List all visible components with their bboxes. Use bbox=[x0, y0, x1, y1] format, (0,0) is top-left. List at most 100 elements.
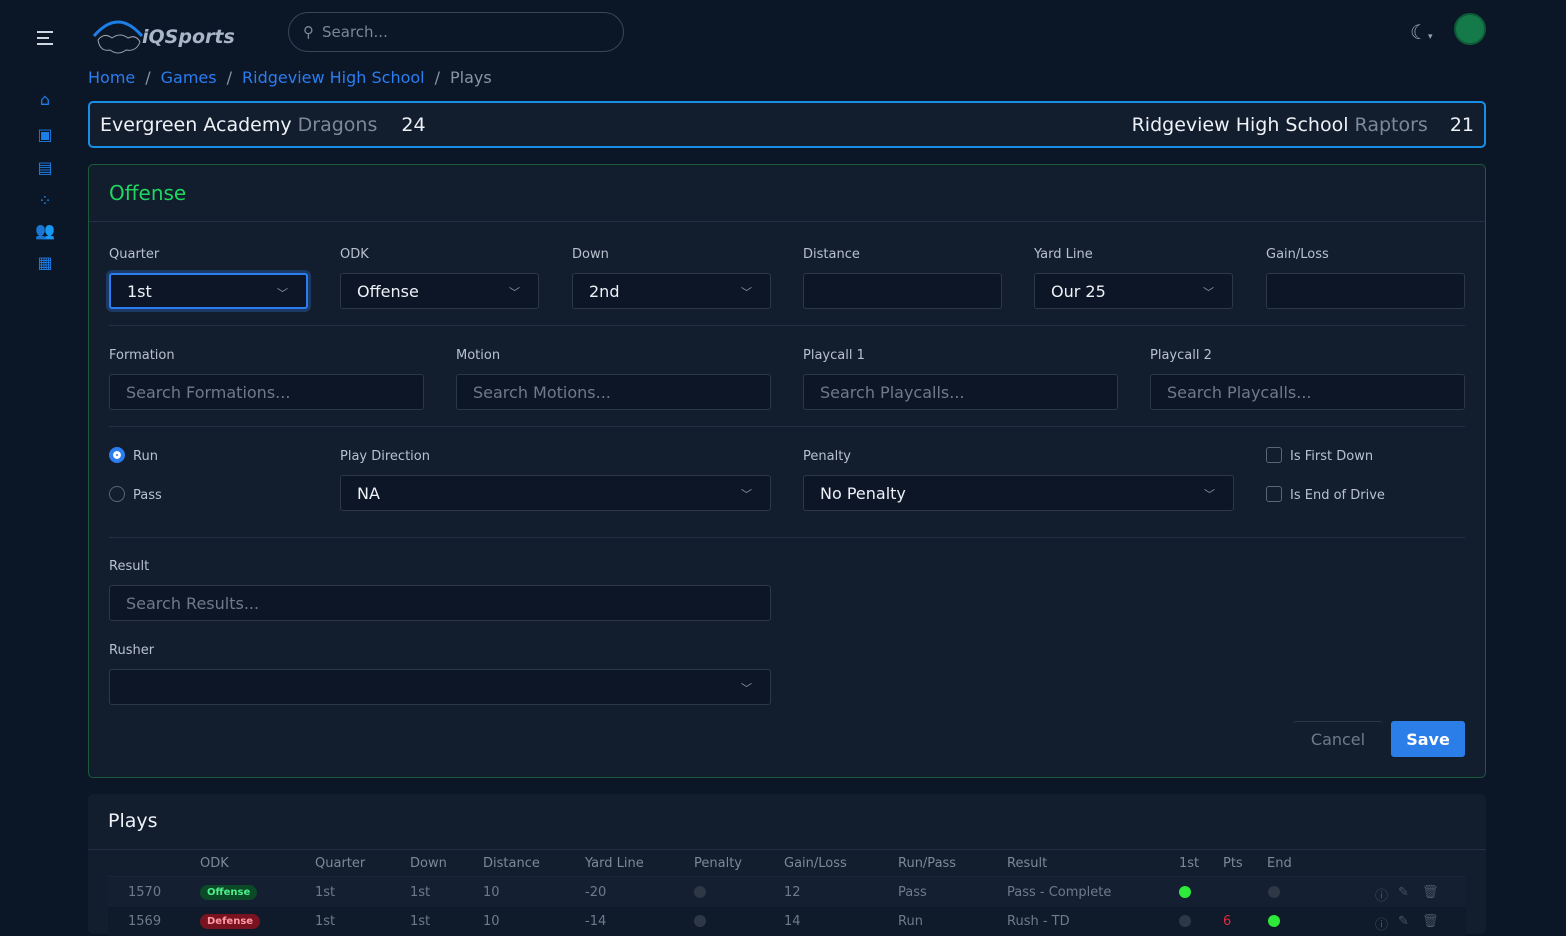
home-score: 24 bbox=[401, 113, 426, 136]
penalty-indicator bbox=[694, 915, 706, 927]
col-first[interactable]: 1st bbox=[1179, 856, 1199, 871]
home-icon[interactable]: ⌂ bbox=[36, 90, 54, 109]
odk-badge: Offense bbox=[200, 885, 258, 900]
col-gain-loss[interactable]: Gain/Loss bbox=[784, 856, 847, 871]
first-down-indicator bbox=[1179, 886, 1191, 898]
plays-title: Plays bbox=[108, 810, 158, 832]
users-icon[interactable]: 👥 bbox=[35, 221, 55, 240]
yard-line-label: Yard Line bbox=[1034, 247, 1093, 262]
search-icon: ⚲ bbox=[303, 23, 314, 41]
penalty-indicator bbox=[694, 886, 706, 898]
col-down[interactable]: Down bbox=[410, 856, 447, 871]
odk-badge: Defense bbox=[200, 914, 261, 929]
col-run-pass[interactable]: Run/Pass bbox=[898, 856, 956, 871]
gain-loss-label: Gain/Loss bbox=[1266, 247, 1329, 262]
save-button[interactable]: Save bbox=[1391, 721, 1465, 757]
motion-input[interactable]: Search Motions... bbox=[456, 374, 771, 410]
info-icon[interactable]: ⓘ bbox=[1375, 914, 1388, 933]
col-odk[interactable]: ODK bbox=[200, 856, 229, 871]
first-down-indicator bbox=[1179, 915, 1191, 927]
formation-label: Formation bbox=[109, 348, 175, 363]
calendar-icon[interactable]: ▦ bbox=[36, 253, 54, 272]
result-input[interactable]: Search Results... bbox=[109, 585, 771, 621]
scoreboard: Evergreen Academy Dragons 24 Ridgeview Hi… bbox=[88, 101, 1486, 148]
rusher-label: Rusher bbox=[109, 643, 155, 658]
field-icon[interactable]: ▤ bbox=[36, 158, 54, 177]
chevron-down-icon: ﹀ bbox=[277, 287, 288, 300]
edit-icon[interactable]: ✎ bbox=[1398, 914, 1409, 929]
result-label: Result bbox=[109, 559, 150, 574]
breadcrumb-home[interactable]: Home bbox=[88, 68, 135, 87]
moon-icon: ☾ bbox=[1410, 20, 1428, 44]
col-penalty[interactable]: Penalty bbox=[694, 856, 742, 871]
quarter-label: Quarter bbox=[109, 247, 160, 262]
home-mascot: Dragons bbox=[297, 113, 378, 136]
play-direction-select[interactable]: NA ﹀ bbox=[340, 475, 771, 511]
away-score: 21 bbox=[1449, 113, 1474, 136]
col-yard-line[interactable]: Yard Line bbox=[585, 856, 644, 871]
formation-input[interactable]: Search Formations... bbox=[109, 374, 424, 410]
odk-select[interactable]: Offense ﹀ bbox=[340, 273, 539, 309]
brain-logo-icon bbox=[92, 20, 144, 54]
col-distance[interactable]: Distance bbox=[483, 856, 540, 871]
table-row[interactable]: 1570 Offense 1st 1st 10 -20 12 Pass Pass… bbox=[108, 878, 1466, 907]
col-result[interactable]: Result bbox=[1007, 856, 1047, 871]
playcall1-input[interactable]: Search Playcalls... bbox=[803, 374, 1118, 410]
down-label: Down bbox=[572, 247, 609, 262]
end-of-drive-label: Is End of Drive bbox=[1290, 488, 1385, 503]
chevron-down-icon: ﹀ bbox=[509, 286, 520, 299]
breadcrumb-school[interactable]: Ridgeview High School bbox=[242, 68, 425, 87]
rusher-select[interactable]: ﹀ bbox=[109, 669, 771, 705]
breadcrumb-current: Plays bbox=[450, 68, 492, 87]
play-form: Offense Quarter 1st ﹀ ODK Offense ﹀ Down 2… bbox=[88, 164, 1486, 778]
gain-loss-input[interactable] bbox=[1266, 273, 1465, 309]
search-input[interactable]: ⚲ Search... bbox=[288, 12, 624, 52]
cancel-button[interactable]: Cancel bbox=[1293, 721, 1383, 757]
penalty-label: Penalty bbox=[803, 449, 851, 464]
playbook-icon[interactable]: ⁘ bbox=[36, 191, 54, 210]
menu-toggle-icon[interactable] bbox=[37, 31, 53, 45]
table-row[interactable]: 1569 Defense 1st 1st 10 -14 14 Run Rush … bbox=[108, 907, 1466, 936]
plays-table: Plays ODK Quarter Down Distance Yard Lin… bbox=[88, 794, 1486, 936]
delete-icon[interactable]: 🗑 bbox=[1422, 914, 1439, 929]
motion-label: Motion bbox=[456, 348, 501, 363]
pass-radio[interactable] bbox=[109, 486, 125, 502]
calendar-day-icon[interactable]: ▣ bbox=[36, 125, 54, 144]
breadcrumb-games[interactable]: Games bbox=[161, 68, 217, 87]
odk-label: ODK bbox=[340, 247, 369, 262]
run-label: Run bbox=[133, 449, 158, 464]
away-school: Ridgeview High School bbox=[1131, 113, 1349, 136]
home-school: Evergreen Academy bbox=[100, 113, 292, 136]
col-quarter[interactable]: Quarter bbox=[315, 856, 365, 871]
delete-icon[interactable]: 🗑 bbox=[1422, 885, 1439, 900]
distance-input[interactable] bbox=[803, 273, 1002, 309]
chevron-down-icon: ﹀ bbox=[741, 682, 752, 695]
playcall2-label: Playcall 2 bbox=[1150, 348, 1212, 363]
caret-down-icon: ▾ bbox=[1427, 32, 1433, 42]
down-select[interactable]: 2nd ﹀ bbox=[572, 273, 771, 309]
edit-icon[interactable]: ✎ bbox=[1398, 885, 1409, 900]
end-of-drive-checkbox[interactable] bbox=[1266, 486, 1282, 502]
chevron-down-icon: ﹀ bbox=[741, 488, 752, 501]
col-pts[interactable]: Pts bbox=[1223, 856, 1243, 871]
pass-label: Pass bbox=[133, 488, 162, 503]
col-end[interactable]: End bbox=[1267, 856, 1292, 871]
quarter-select[interactable]: 1st ﹀ bbox=[109, 273, 308, 309]
playcall2-input[interactable]: Search Playcalls... bbox=[1150, 374, 1465, 410]
end-indicator bbox=[1268, 886, 1280, 898]
first-down-label: Is First Down bbox=[1290, 449, 1374, 464]
penalty-select[interactable]: No Penalty ﹀ bbox=[803, 475, 1234, 511]
avatar[interactable] bbox=[1454, 13, 1486, 45]
info-icon[interactable]: ⓘ bbox=[1375, 885, 1388, 904]
breadcrumb: Home / Games / Ridgeview High School / Play… bbox=[88, 68, 492, 87]
theme-toggle[interactable]: ☾▾ bbox=[1410, 20, 1432, 44]
distance-label: Distance bbox=[803, 247, 860, 262]
yard-line-select[interactable]: Our 25 ﹀ bbox=[1034, 273, 1233, 309]
playcall1-label: Playcall 1 bbox=[803, 348, 865, 363]
logo[interactable]: iQSports bbox=[90, 14, 235, 60]
chevron-down-icon: ﹀ bbox=[741, 286, 752, 299]
end-indicator bbox=[1268, 915, 1280, 927]
chevron-down-icon: ﹀ bbox=[1203, 286, 1214, 299]
first-down-checkbox[interactable] bbox=[1266, 447, 1282, 463]
run-radio[interactable] bbox=[109, 447, 125, 463]
